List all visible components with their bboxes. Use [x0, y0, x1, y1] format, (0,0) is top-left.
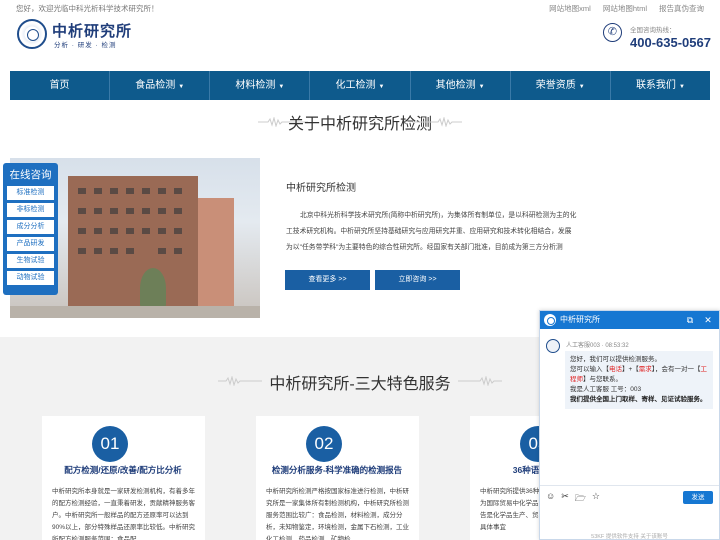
nav-label: 材料检测	[235, 80, 276, 91]
agent-meta: 人工客服003 · 08:53:32	[566, 343, 629, 349]
chat-instruction: 您可以输入【电话】+【需求】，会有一对一【工程师】与您联系。	[570, 366, 708, 383]
nav-item-material[interactable]: 材料检测 ▼	[209, 71, 309, 100]
sidebar-item-composition[interactable]: 成分分析	[7, 220, 54, 234]
chat-agent-id: 我是人工客服 工号：003	[570, 386, 642, 393]
nav-label: 食品检测	[135, 80, 176, 91]
sidebar-item-bio[interactable]: 生物试验	[7, 254, 54, 268]
chat-greeting: 您好，我们可以提供检测服务。	[570, 356, 661, 363]
nav-item-food[interactable]: 食品检测 ▼	[109, 71, 209, 100]
brand-tagline: 分析 · 研发 · 检测	[54, 42, 117, 49]
about-paragraph: 北京中科光析科学技术研究所(简称中析研究所)，为集体所有制单位，是以科研检测为主…	[286, 212, 577, 251]
nav-item-chemical[interactable]: 化工检测 ▼	[309, 71, 409, 100]
nav-item-contact[interactable]: 联系我们 ▼	[609, 71, 710, 100]
chat-header: 中析研究所 ⧉ ✕	[540, 311, 719, 329]
wave-decoration-icon	[412, 117, 462, 127]
chat-service-note: 我们提供全国上门取样、寄样、见证试验服务。	[570, 396, 707, 403]
card-number: 02	[306, 426, 342, 462]
top-bar: 您好，欢迎光临中科光析科学技术研究所！ 网站地图xml 网站地图html 报告真…	[0, 0, 720, 16]
page: 您好，欢迎光临中科光析科学技术研究所！ 网站地图xml 网站地图html 报告真…	[0, 0, 720, 540]
nav-label: 联系我们	[635, 80, 676, 91]
sidebar-item-animal[interactable]: 动物试验	[7, 271, 54, 285]
main-nav: 首页 食品检测 ▼ 材料检测 ▼ 化工检测 ▼ 其他检测 ▼ 荣誉资质 ▼ 联系我们 ▼	[10, 71, 710, 100]
chat-title: 中析研究所	[560, 315, 600, 324]
folder-icon[interactable]: 🗁	[575, 491, 586, 507]
chevron-down-icon: ▼	[178, 84, 185, 90]
chevron-down-icon: ▼	[278, 84, 285, 90]
chevron-down-icon: ▼	[578, 84, 585, 90]
scissors-icon[interactable]: ✂	[561, 491, 569, 507]
expand-icon[interactable]: ⧉	[683, 311, 697, 329]
close-icon[interactable]: ✕	[701, 311, 715, 329]
card-title[interactable]: 配方检测/还原/改善/配方比分析	[48, 464, 198, 476]
welcome-text: 您好，欢迎光临中科光析科学技术研究所！	[16, 4, 159, 13]
about-section-title: 关于中析研究所检测	[287, 116, 432, 133]
chat-toolbar: ☺ ✂ 🗁 ☆	[546, 491, 600, 507]
nav-item-other[interactable]: 其他检测 ▼	[409, 71, 510, 100]
emoji-icon[interactable]: ☺	[546, 491, 555, 507]
chevron-down-icon: ▼	[478, 84, 485, 90]
nav-label: 荣誉资质	[535, 80, 576, 91]
agent-avatar	[546, 339, 560, 353]
hotline-number: 400-635-0567	[630, 35, 711, 50]
chat-input-area[interactable]: ☺ ✂ 🗁 ☆ 发送 53KF 提供软件支持 关于该账号	[540, 485, 719, 540]
brand-name[interactable]: 中析研究所	[52, 20, 132, 41]
chat-message: 您好，我们可以提供检测服务。 您可以输入【电话】+【需求】，会有一对一【工程师】…	[565, 351, 713, 409]
service-card[interactable]: 02 检测分析服务-科学准确的检测报告 中析研究所检测严格按国家标准进行检测，中…	[256, 416, 419, 540]
chat-footer[interactable]: 53KF 提供软件支持 关于该账号	[540, 532, 719, 540]
chevron-down-icon: ▼	[378, 84, 385, 90]
top-links: 网站地图xml 网站地图html 报告真伪查询	[549, 3, 704, 14]
sitemap-xml-link[interactable]: 网站地图xml	[549, 3, 591, 14]
report-verify-link[interactable]: 报告真伪查询	[659, 3, 704, 14]
sidebar-item-nonstandard[interactable]: 非标检测	[7, 203, 54, 217]
service-card[interactable]: 01 配方检测/还原/改善/配方比分析 中析研究所本身就是一家研发检测机构，有着…	[42, 416, 205, 540]
nav-item-home[interactable]: 首页	[10, 71, 109, 100]
card-body: 中析研究所检测严格按国家标准进行检测，中析研究所是一家集体所有制检测机构，中析研…	[266, 488, 409, 540]
card-number: 01	[92, 426, 128, 462]
nav-label: 化工检测	[335, 80, 376, 91]
card-body: 中析研究所本身就是一家研发检测机构，有着多年的配方检测经验，一直秉着研发，贡献精…	[52, 488, 196, 540]
phone-icon: ✆	[603, 23, 622, 42]
star-icon[interactable]: ☆	[592, 491, 600, 507]
about-heading: 中析研究所检测	[286, 183, 356, 194]
consult-now-button[interactable]: 立即咨询 >>	[375, 270, 460, 290]
sitemap-html-link[interactable]: 网站地图html	[603, 3, 647, 14]
sidebar-item-rnd[interactable]: 产品研发	[7, 237, 54, 251]
wave-decoration-icon	[458, 376, 502, 386]
sidebar-title: 在线咨询	[9, 169, 52, 181]
logo-emblem-icon[interactable]	[17, 19, 47, 49]
online-consult-sidebar: 在线咨询 标准检测 非标检测 成分分析 产品研发 生物试验 动物试验	[3, 163, 58, 295]
view-more-button[interactable]: 查看更多 >>	[285, 270, 370, 290]
send-button[interactable]: 发送	[683, 491, 713, 504]
hotline-label: 全国咨询热线：	[630, 27, 676, 34]
nav-label: 首页	[49, 80, 70, 91]
chevron-down-icon: ▼	[678, 84, 685, 90]
sidebar-item-standard[interactable]: 标准检测	[7, 186, 54, 200]
nav-label: 其他检测	[435, 80, 476, 91]
card-title[interactable]: 检测分析服务-科学准确的检测报告	[262, 464, 412, 476]
nav-item-honors[interactable]: 荣誉资质 ▼	[509, 71, 610, 100]
chat-widget: 中析研究所 ⧉ ✕ 人工客服003 · 08:53:32 您好，我们可以提供检测…	[539, 310, 720, 540]
chat-logo-icon	[544, 314, 556, 326]
